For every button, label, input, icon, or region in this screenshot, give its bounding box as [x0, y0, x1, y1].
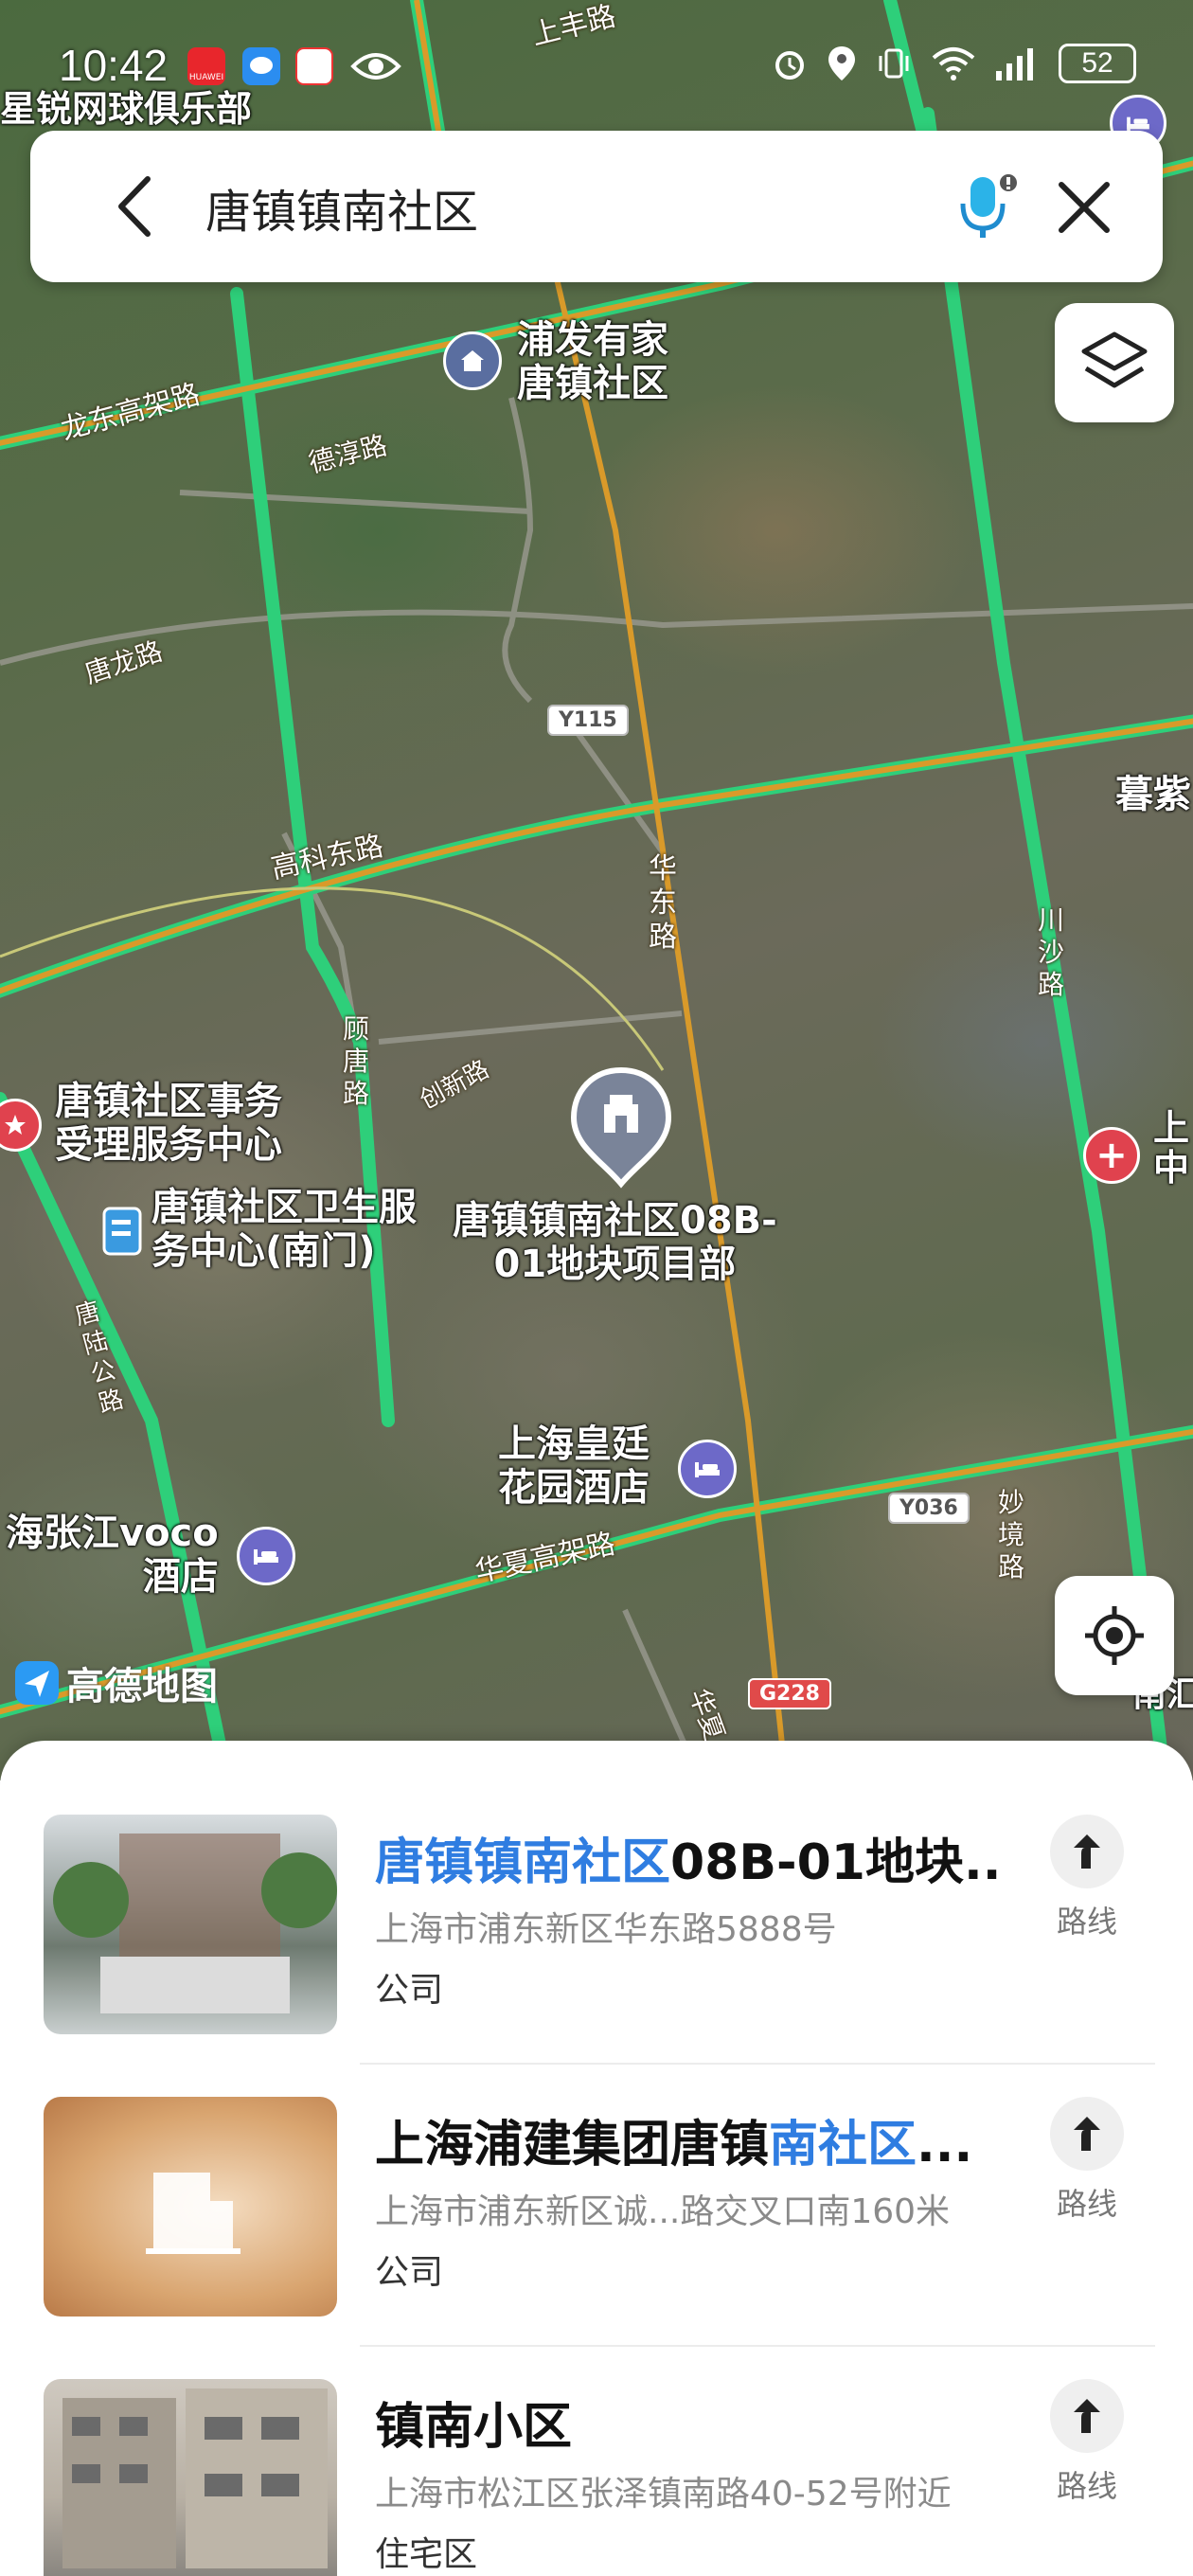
hotel-huangting-poi-icon[interactable]: [678, 1440, 737, 1498]
selected-location-pin-icon[interactable]: [568, 1066, 674, 1190]
result-address: 上海市浦东新区诚...路交叉口南160米: [375, 2192, 951, 2231]
result-title-highlight: 南社区: [769, 2117, 917, 2174]
result-title-rest: ...: [917, 2117, 973, 2174]
back-arrow-icon: [118, 176, 151, 237]
route-arrow-icon: [1050, 1815, 1124, 1888]
amap-watermark-text: 高德地图: [66, 1665, 218, 1708]
route-button[interactable]: 路线: [1049, 2097, 1125, 2229]
route-arrow-icon: [1050, 2097, 1124, 2171]
result-item[interactable]: 唐镇镇南社区08B-01地块... 上海市浦东新区华东路5888号 公司 路线: [0, 1815, 1193, 2099]
result-item[interactable]: 上海浦建集团唐镇南社区... 上海市浦东新区诚...路交叉口南160米 公司 路…: [0, 2097, 1193, 2381]
health-center-poi-icon[interactable]: [97, 1205, 146, 1258]
map-label-hotel-voco[interactable]: 海张江voco 酒店: [6, 1512, 219, 1599]
back-button[interactable]: [97, 169, 172, 244]
result-title[interactable]: 上海浦建集团唐镇南社区...: [375, 2104, 972, 2175]
route-label: 路线: [1056, 2468, 1117, 2504]
microphone-icon: [960, 174, 1017, 238]
route-arrow-icon: [1050, 2379, 1124, 2453]
result-divider: [360, 2345, 1155, 2347]
map-label-service-center[interactable]: 唐镇社区事务 受理服务中心: [55, 1080, 282, 1167]
route-label: 路线: [1056, 2186, 1117, 2222]
map-label-right-edge[interactable]: 上 中: [1153, 1108, 1189, 1188]
eye-icon: [350, 49, 401, 87]
shop-app-icon: [295, 47, 333, 85]
hospital-poi-icon[interactable]: +: [1083, 1127, 1140, 1184]
messages-app-icon: [242, 47, 280, 85]
status-time: 10:42: [59, 41, 169, 90]
road-label-miaojing: 妙 境 路: [998, 1487, 1025, 1583]
close-icon: [1059, 182, 1110, 233]
locate-icon: [1085, 1606, 1144, 1665]
map-label-pufa[interactable]: 浦发有家 唐镇社区: [517, 318, 668, 405]
map-layers-button[interactable]: [1055, 303, 1174, 422]
result-category: 公司: [375, 1971, 444, 2010]
road-shield-y036: Y036: [888, 1493, 970, 1524]
result-item[interactable]: 镇南小区 上海市松江区张泽镇南路40-52号附近 住宅区 路线: [0, 2379, 1193, 2576]
result-divider: [360, 2063, 1155, 2065]
my-location-button[interactable]: [1055, 1576, 1174, 1695]
result-category: 公司: [375, 2253, 444, 2292]
voice-search-button[interactable]: [945, 165, 1030, 250]
route-button[interactable]: 路线: [1049, 2379, 1125, 2512]
layers-icon: [1081, 331, 1148, 388]
amap-logo-icon: [15, 1661, 59, 1705]
map-label-health-center[interactable]: 唐镇社区卫生服 务中心(南门): [151, 1186, 417, 1273]
clear-search-button[interactable]: [1043, 167, 1125, 248]
vibrate-icon: [879, 48, 909, 79]
road-shield-g228: G228: [748, 1678, 831, 1709]
result-title-rest: 08B-01地块...: [670, 1834, 1000, 1891]
battery-indicator: 52: [1059, 44, 1136, 83]
result-title[interactable]: 镇南小区: [375, 2387, 572, 2458]
status-icons: 52: [771, 44, 1136, 83]
huawei-app-icon: HUAWEI: [187, 47, 225, 85]
road-label-huadong: 华 东 路: [649, 852, 677, 954]
alarm-icon: [775, 51, 804, 80]
signal-icon: [996, 48, 1033, 80]
amap-watermark: 高德地图: [13, 1655, 218, 1710]
result-thumbnail: [44, 1815, 337, 2034]
road-shield-y115: Y115: [547, 705, 629, 736]
road-label-chuansha: 川 沙 路: [1038, 904, 1065, 1000]
map-label-hotel-huangting[interactable]: 上海皇廷 花园酒店: [498, 1422, 650, 1510]
route-button[interactable]: 路线: [1049, 1815, 1125, 1947]
result-thumbnail: [44, 2097, 337, 2317]
result-title-prefix: 上海浦建集团唐镇: [375, 2117, 770, 2174]
route-label: 路线: [1056, 1904, 1117, 1940]
result-category: 住宅区: [375, 2535, 478, 2574]
map-label-muzi[interactable]: 暮紫: [1115, 763, 1191, 818]
location-icon: [828, 46, 855, 80]
search-bar[interactable]: 唐镇镇南社区: [30, 131, 1163, 282]
search-results-sheet[interactable]: 唐镇镇南社区08B-01地块... 上海市浦东新区华东路5888号 公司 路线 …: [0, 1741, 1193, 2576]
result-address: 上海市浦东新区华东路5888号: [375, 1910, 837, 1949]
road-label-gutang: 顾 唐 路: [343, 1013, 370, 1109]
building-icon: [146, 2173, 240, 2254]
status-bar: 10:42 HUAWEI 52: [0, 28, 1193, 114]
wifi-icon: [932, 47, 975, 80]
map-label-project[interactable]: 唐镇镇南社区08B- 01地块项目部: [453, 1199, 777, 1286]
result-address: 上海市松江区张泽镇南路40-52号附近: [375, 2475, 952, 2513]
community-poi-icon[interactable]: [443, 331, 502, 390]
result-thumbnail: [44, 2379, 337, 2576]
result-title[interactable]: 唐镇镇南社区08B-01地块...: [375, 1822, 1000, 1893]
search-query-text[interactable]: 唐镇镇南社区: [205, 174, 478, 241]
result-title-highlight: 唐镇镇南社区: [375, 1834, 671, 1891]
hotel-voco-poi-icon[interactable]: [237, 1527, 295, 1585]
